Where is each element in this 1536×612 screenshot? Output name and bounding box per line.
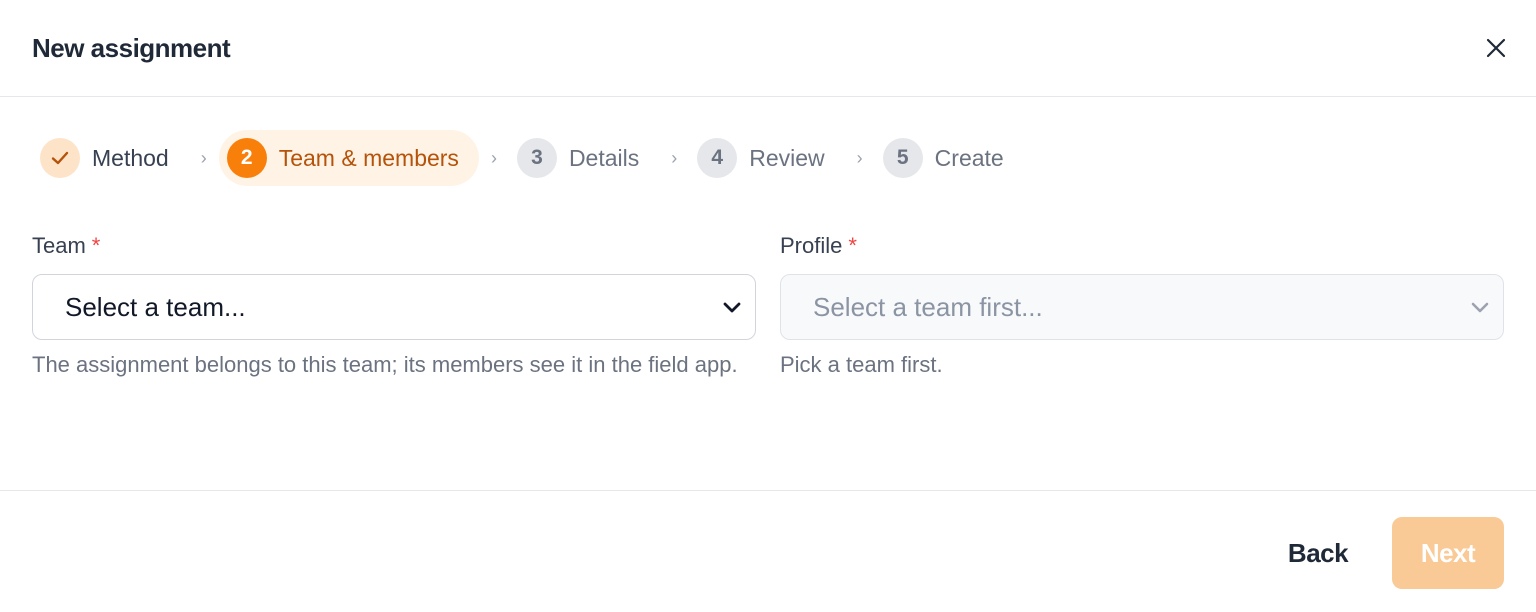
stepper: Method › 2 Team & members › 3 Details › …	[32, 130, 1024, 186]
step-separator: ›	[200, 147, 207, 168]
profile-help-text: Pick a team first.	[780, 352, 943, 377]
team-label: Team *	[32, 226, 756, 266]
step-5-number: 5	[882, 138, 923, 178]
close-icon	[1486, 38, 1506, 58]
next-button[interactable]: Next	[1392, 517, 1504, 589]
team-help-text: The assignment belongs to this team; its…	[32, 352, 738, 377]
step-create-label: Create	[934, 144, 1004, 171]
profile-select[interactable]: Select a team first...	[780, 274, 1504, 340]
step-separator: ›	[671, 147, 678, 168]
form-fields: Team * Select a team... The assignment b…	[32, 226, 1504, 381]
step-team-members[interactable]: 2 Team & members	[218, 130, 479, 186]
step-team-members-label: Team & members	[278, 144, 459, 171]
step-2-number: 2	[226, 138, 267, 178]
step-details-label: Details	[568, 144, 640, 171]
step-review[interactable]: 4 Review	[689, 130, 844, 186]
profile-select-value: Select a team first...	[813, 291, 1043, 322]
step-method[interactable]: Method	[32, 130, 189, 186]
team-label-text: Team	[32, 233, 86, 258]
step-details[interactable]: 3 Details	[509, 130, 659, 186]
close-button[interactable]	[1476, 28, 1516, 68]
team-select[interactable]: Select a team...	[32, 274, 756, 340]
profile-label-text: Profile	[780, 233, 843, 258]
step-separator: ›	[490, 147, 497, 168]
step-1-circle	[40, 138, 80, 178]
dialog-title: New assignment	[32, 32, 231, 63]
back-button[interactable]: Back	[1268, 517, 1368, 589]
required-mark: *	[91, 233, 101, 258]
step-review-label: Review	[749, 144, 825, 171]
check-icon	[51, 151, 69, 165]
chevron-down-icon	[1471, 302, 1489, 313]
required-mark: *	[848, 233, 857, 258]
profile-label: Profile *	[780, 226, 1504, 266]
step-create[interactable]: 5 Create	[875, 130, 1024, 186]
step-method-label: Method	[92, 144, 169, 171]
step-separator: ›	[856, 147, 863, 168]
step-4-number: 4	[697, 138, 738, 178]
team-field: Team * Select a team... The assignment b…	[32, 226, 756, 381]
dialog-header: New assignment	[0, 0, 1536, 97]
new-assignment-dialog: New assignment Method › 2 Team & members…	[0, 0, 1536, 612]
dialog-footer: Back Next	[0, 490, 1536, 612]
chevron-down-icon	[723, 302, 741, 313]
step-3-number: 3	[516, 138, 557, 178]
team-select-value: Select a team...	[65, 291, 246, 322]
profile-field: Profile * Select a team first... Pick a …	[780, 226, 1504, 381]
